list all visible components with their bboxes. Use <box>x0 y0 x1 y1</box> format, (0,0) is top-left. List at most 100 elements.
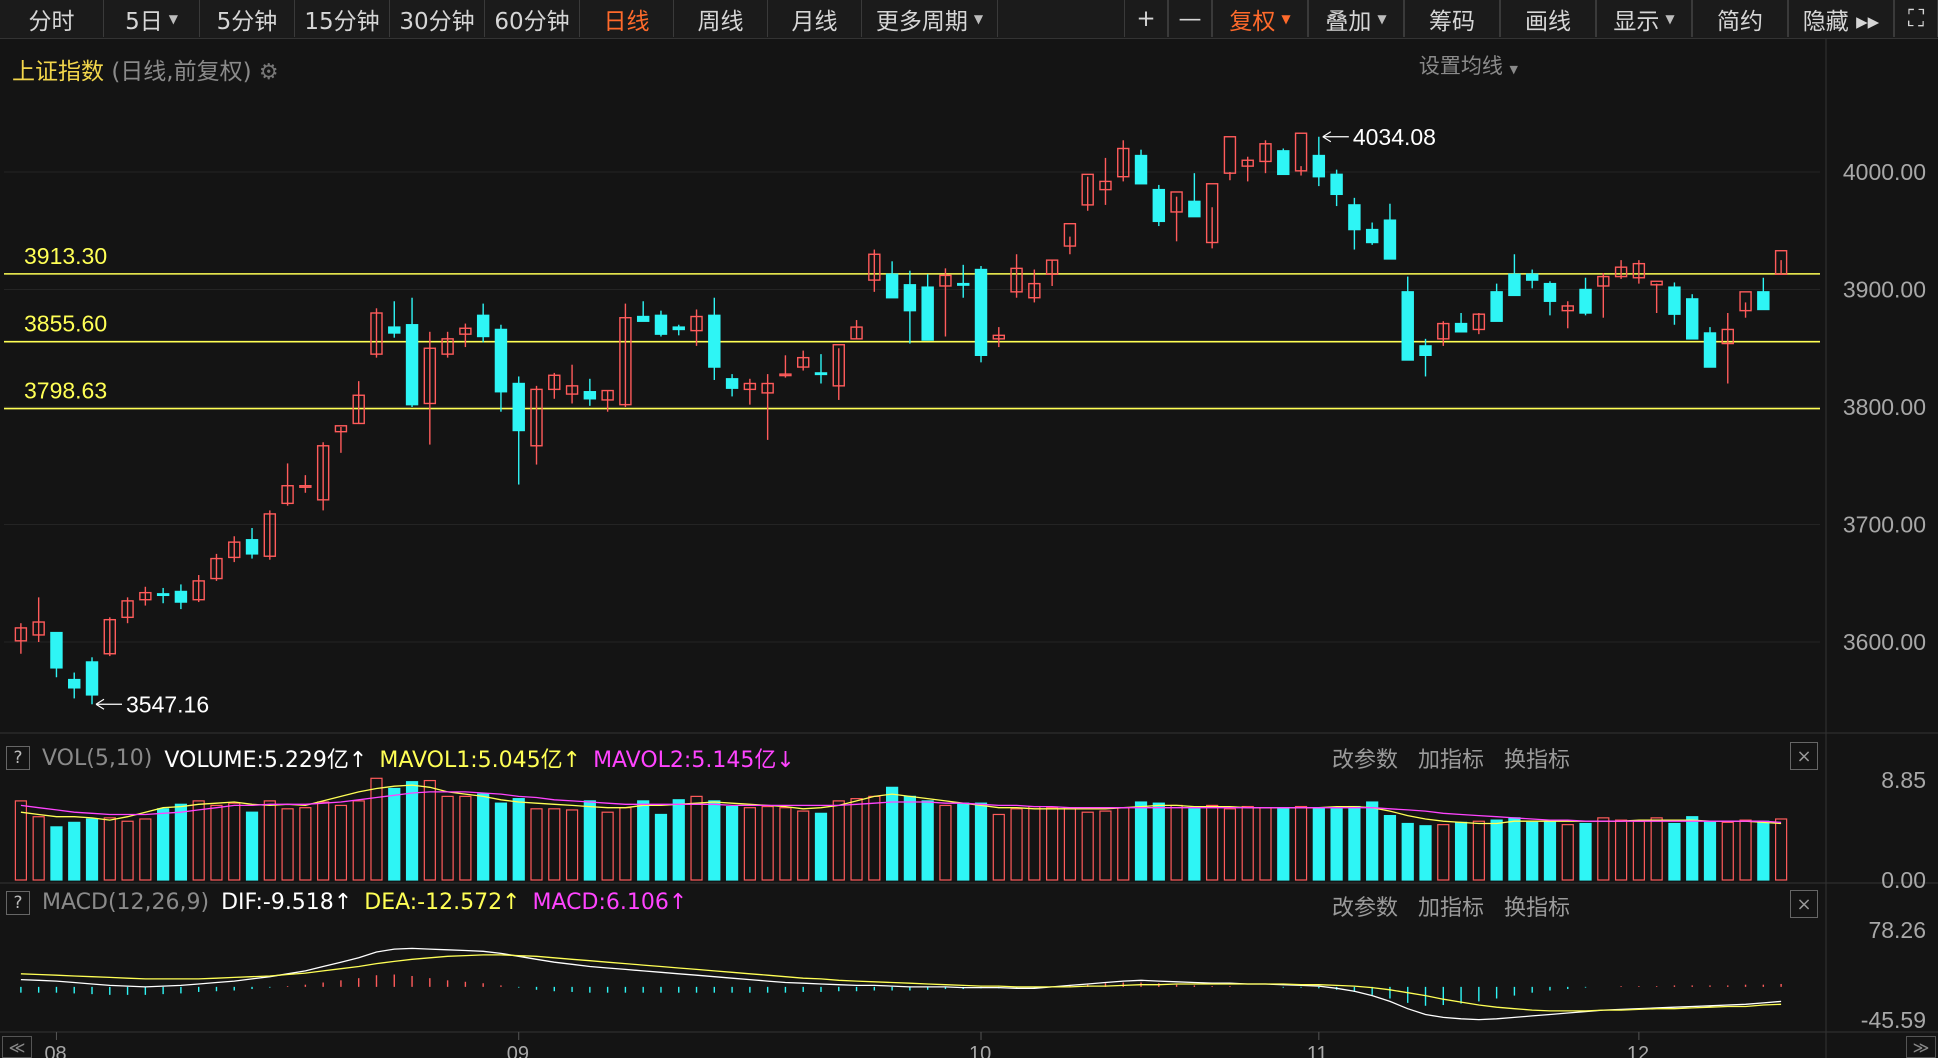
period-tab-5[interactable]: 60分钟 <box>485 0 580 37</box>
macd-close-button[interactable]: × <box>1790 890 1818 918</box>
volume-bar <box>1188 808 1201 881</box>
tool-button-2[interactable]: 复权 ▼ <box>1212 0 1308 37</box>
volume-bar <box>921 800 934 881</box>
macd-tick-label: 78.26 <box>1868 917 1926 943</box>
macd-indicator-name[interactable]: MACD(12,26,9) <box>42 890 209 915</box>
support-line-label: 3913.30 <box>24 243 107 269</box>
candle <box>1739 291 1752 318</box>
volume-close-button[interactable]: × <box>1790 742 1818 770</box>
volume-help-button[interactable]: ? <box>6 746 30 770</box>
price-tick-label: 3900.00 <box>1843 277 1926 303</box>
candle <box>992 327 1006 348</box>
volume-bar <box>263 800 276 881</box>
volume-bar <box>1437 824 1450 881</box>
candle-body <box>85 661 99 696</box>
period-toolbar: 分时 5日 ▼ 5分钟 15分钟 30分钟 60分钟 日线 周线 月线 更多周期 ▼ + — 复权 ▼ 叠加 ▼ 筹… <box>0 0 1938 39</box>
candle <box>245 528 259 559</box>
tool-button-6[interactable]: 显示 ▼ <box>1596 0 1692 37</box>
candle <box>85 657 99 705</box>
month-label: 08 <box>44 1043 66 1058</box>
macd-edit-params[interactable]: 改参数 <box>1332 890 1398 922</box>
period-tab-8[interactable]: 月线 <box>768 0 862 37</box>
volume-add-indicator[interactable]: 加指标 <box>1418 742 1484 774</box>
macd-help-button[interactable]: ? <box>6 890 30 915</box>
period-tab-6[interactable]: 日线 <box>580 0 674 37</box>
tool-button-1[interactable]: — <box>1168 0 1212 37</box>
candle <box>1152 184 1166 227</box>
volume-bar <box>1614 819 1628 881</box>
candle-body <box>1454 322 1468 333</box>
candle <box>1205 183 1219 249</box>
volume-bar <box>1170 804 1183 881</box>
candle <box>1525 269 1539 289</box>
candle <box>583 378 597 406</box>
period-tab-2[interactable]: 5分钟 <box>200 0 295 37</box>
volume-bar <box>583 800 596 881</box>
mavol2-value: MAVOL2:5.145亿↓ <box>593 748 795 773</box>
volume-bar <box>1134 801 1148 881</box>
candle <box>1543 281 1557 316</box>
volume-bar <box>32 816 45 881</box>
period-tab-0[interactable]: 分时 <box>0 0 104 37</box>
volume-bar <box>174 803 188 881</box>
volume-bar <box>1348 805 1361 881</box>
period-tab-7[interactable]: 周线 <box>674 0 768 37</box>
period-tab-3[interactable]: 15分钟 <box>295 0 390 37</box>
volume-tick-label: 0.00 <box>1881 867 1926 893</box>
candle <box>334 425 348 453</box>
volume-panel-header: ? VOL(5,10) VOLUME:5.229亿↑ MAVOL1:5.045亿… <box>6 742 795 774</box>
volume-indicator-name[interactable]: VOL(5,10) <box>42 746 152 771</box>
candle <box>1721 313 1734 384</box>
volume-edit-params[interactable]: 改参数 <box>1332 742 1398 774</box>
period-tab-1[interactable]: 5日 ▼ <box>104 0 200 37</box>
candle <box>1508 254 1521 297</box>
candle <box>1650 280 1663 313</box>
volume-bar <box>370 777 383 881</box>
candle <box>423 331 437 445</box>
volume-bar <box>619 807 632 881</box>
scroll-left-button[interactable]: ≪ <box>2 1036 32 1058</box>
scroll-right-button[interactable]: ≫ <box>1906 1036 1936 1058</box>
candle-body <box>245 539 259 555</box>
candle <box>708 297 721 380</box>
candle <box>743 378 757 405</box>
volume-bar <box>210 804 223 881</box>
candle-body <box>388 326 401 334</box>
volume-bar <box>1294 805 1308 881</box>
volume-bar <box>121 820 134 881</box>
candle <box>139 586 152 606</box>
candle <box>903 270 917 344</box>
candle <box>32 597 45 642</box>
candle-body <box>957 282 970 286</box>
period-tab-9[interactable]: 更多周期 ▼ <box>862 0 998 37</box>
candle <box>1348 197 1361 250</box>
volume-bar <box>601 811 614 881</box>
period-tab-4[interactable]: 30分钟 <box>390 0 485 37</box>
tool-button-5[interactable]: 画线 <box>1500 0 1596 37</box>
price-tick-label: 3800.00 <box>1843 394 1926 420</box>
tool-button-0[interactable]: + <box>1124 0 1168 37</box>
volume-bar <box>725 805 739 881</box>
volume-bar <box>654 813 668 881</box>
tool-button-8[interactable]: 隐藏 ▸▸ <box>1788 0 1894 37</box>
tool-button-9[interactable]: ⛶ <box>1894 0 1938 37</box>
volume-bar <box>743 807 756 881</box>
candle-body <box>1757 291 1770 311</box>
volume-tick-label: 8.85 <box>1881 767 1926 793</box>
candle <box>1223 136 1237 181</box>
candle-body <box>1685 298 1699 340</box>
volume-bar <box>405 781 419 881</box>
dea-value: DEA:-12.572↑ <box>364 890 521 915</box>
volume-bar <box>68 821 81 881</box>
candle <box>565 364 579 404</box>
candle <box>14 623 28 654</box>
volume-bar <box>779 807 792 881</box>
tool-button-7[interactable]: 简约 <box>1692 0 1788 37</box>
candle <box>405 297 419 407</box>
tool-button-4[interactable]: 筹码 <box>1404 0 1500 37</box>
macd-add-indicator[interactable]: 加指标 <box>1418 890 1484 922</box>
tool-button-3[interactable]: 叠加 ▼ <box>1308 0 1404 37</box>
macd-switch-indicator[interactable]: 换指标 <box>1504 890 1570 922</box>
volume-switch-indicator[interactable]: 换指标 <box>1504 742 1570 774</box>
macd-value: MACD:6.106↑ <box>532 890 688 915</box>
